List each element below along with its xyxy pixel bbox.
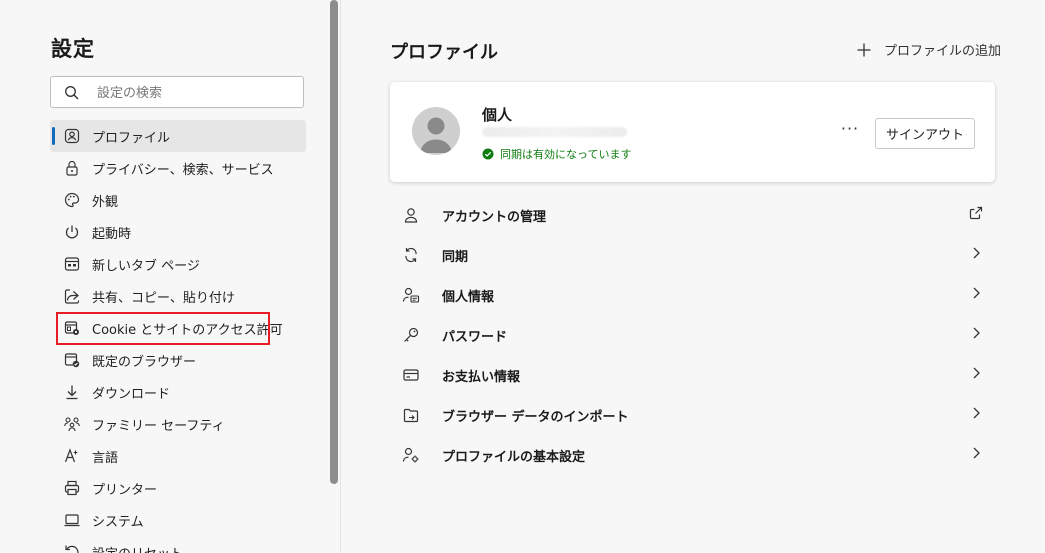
sign-out-button[interactable]: サインアウト: [875, 118, 975, 149]
family-icon: [64, 417, 80, 432]
row-label: 同期: [442, 250, 469, 265]
printer-icon: [64, 480, 80, 496]
row-payment-info[interactable]: お支払い情報: [390, 354, 995, 394]
row-profile-preferences[interactable]: プロファイルの基本設定: [390, 434, 995, 474]
sidebar-item-downloads[interactable]: ダウンロード: [50, 376, 306, 408]
row-sync[interactable]: 同期: [390, 234, 995, 274]
avatar: [412, 107, 460, 155]
sidebar-item-languages[interactable]: 言語: [50, 440, 306, 472]
sidebar-item-label: 共有、コピー、貼り付け: [92, 291, 235, 306]
sidebar-item-privacy[interactable]: プライバシー、検索、サービス: [50, 152, 306, 184]
sidebar-item-label: プロファイル: [92, 131, 171, 146]
import-icon: [403, 408, 419, 423]
language-icon: [64, 448, 78, 463]
default-browser-icon: [64, 353, 80, 368]
row-passwords[interactable]: パスワード: [390, 314, 995, 354]
key-icon: [404, 327, 419, 342]
row-manage-account[interactable]: アカウントの管理: [390, 194, 995, 234]
sidebar-item-label: プライバシー、検索、サービス: [92, 163, 274, 178]
sync-status-text: 同期は有効になっています: [500, 148, 632, 161]
sync-status: 同期は有効になっています: [482, 146, 631, 162]
settings-search-input[interactable]: [95, 81, 299, 105]
palette-icon: [64, 192, 80, 208]
chevron-right-icon: [973, 447, 980, 459]
sidebar-item-share[interactable]: 共有、コピー、貼り付け: [50, 280, 306, 312]
sidebar-scrollbar[interactable]: [330, 0, 338, 484]
sidebar-item-default-browser[interactable]: 既定のブラウザー: [50, 344, 306, 376]
page-title: プロファイル: [390, 42, 498, 63]
share-icon: [64, 289, 80, 304]
sidebar-item-label: 起動時: [92, 227, 132, 242]
row-import-browser-data[interactable]: ブラウザー データのインポート: [390, 394, 995, 434]
chevron-right-icon: [973, 327, 980, 339]
chevron-right-icon: [973, 287, 980, 299]
settings-search-box[interactable]: [50, 76, 304, 108]
sidebar-item-label: ダウンロード: [92, 387, 171, 402]
sync-icon: [405, 247, 417, 263]
new-tab-icon: [64, 257, 80, 271]
profile-settings-list: アカウントの管理 同期 個人情報 パスワード お支払い情報 ブラウザー データの…: [390, 194, 995, 474]
sidebar-item-label: システム: [92, 515, 144, 530]
row-label: パスワード: [442, 330, 508, 345]
sidebar-item-label: 新しいタブ ページ: [92, 259, 200, 274]
add-profile-button[interactable]: プロファイルの追加: [856, 40, 1001, 59]
default-avatar-icon: [420, 117, 452, 153]
account-icon: [404, 208, 418, 223]
sidebar-item-appearance[interactable]: 外観: [50, 184, 306, 216]
sidebar-item-label: 言語: [92, 451, 119, 466]
site-permissions-icon: [64, 321, 79, 335]
sidebar-item-printers[interactable]: プリンター: [50, 472, 306, 504]
settings-nav: プロファイル プライバシー、検索、サービス 外観 起動時 新しいタブ ページ 共…: [50, 120, 306, 553]
power-icon: [65, 225, 79, 239]
sidebar-item-reset[interactable]: 設定のリセット: [50, 536, 306, 553]
sidebar-item-label: 外観: [92, 195, 119, 210]
profile-icon: [64, 128, 80, 144]
system-icon: [64, 514, 80, 527]
profile-settings-icon: [402, 447, 419, 463]
sidebar-item-label: 既定のブラウザー: [92, 355, 197, 370]
sidebar-item-startup[interactable]: 起動時: [50, 216, 306, 248]
reset-icon: [65, 545, 79, 553]
row-label: 個人情報: [442, 290, 495, 305]
settings-sidebar: 設定 プロファイル プライバシー、検索、サービス 外観 起動時 新しいタブ ペー…: [0, 0, 341, 553]
add-profile-label: プロファイルの追加: [884, 44, 1002, 59]
plus-icon: [857, 43, 871, 56]
lock-icon: [66, 160, 78, 176]
profile-card: 個人 同期は有効になっています ··· サインアウト: [390, 82, 995, 182]
chevron-right-icon: [973, 407, 980, 419]
sidebar-item-label: ファミリー セーフティ: [92, 419, 225, 434]
settings-title: 設定: [51, 37, 95, 61]
chevron-right-icon: [973, 367, 980, 379]
check-circle-icon: [482, 148, 494, 160]
sidebar-item-new-tab[interactable]: 新しいタブ ページ: [50, 248, 306, 280]
row-label: お支払い情報: [442, 370, 521, 385]
more-options-button[interactable]: ···: [838, 121, 862, 142]
sidebar-item-family-safety[interactable]: ファミリー セーフティ: [50, 408, 306, 440]
personal-info-icon: [402, 287, 420, 303]
row-label: アカウントの管理: [442, 210, 547, 225]
chevron-right-icon: [973, 247, 980, 259]
search-icon: [65, 86, 79, 100]
row-personal-info[interactable]: 個人情報: [390, 274, 995, 314]
sidebar-item-label: 設定のリセット: [92, 543, 183, 553]
sidebar-item-profile[interactable]: プロファイル: [50, 120, 306, 152]
sidebar-item-label: Cookie とサイトのアクセス許可: [92, 323, 283, 338]
profile-name: 個人: [482, 106, 513, 124]
sidebar-item-label: プリンター: [92, 483, 158, 498]
sidebar-item-site-permissions[interactable]: Cookie とサイトのアクセス許可: [50, 312, 306, 344]
card-icon: [403, 369, 419, 381]
row-label: ブラウザー データのインポート: [442, 410, 629, 425]
row-label: プロファイルの基本設定: [442, 450, 586, 465]
sidebar-item-system[interactable]: システム: [50, 504, 306, 536]
external-link-icon: [969, 206, 983, 220]
download-icon: [66, 385, 78, 400]
blurred-email: [482, 127, 627, 137]
